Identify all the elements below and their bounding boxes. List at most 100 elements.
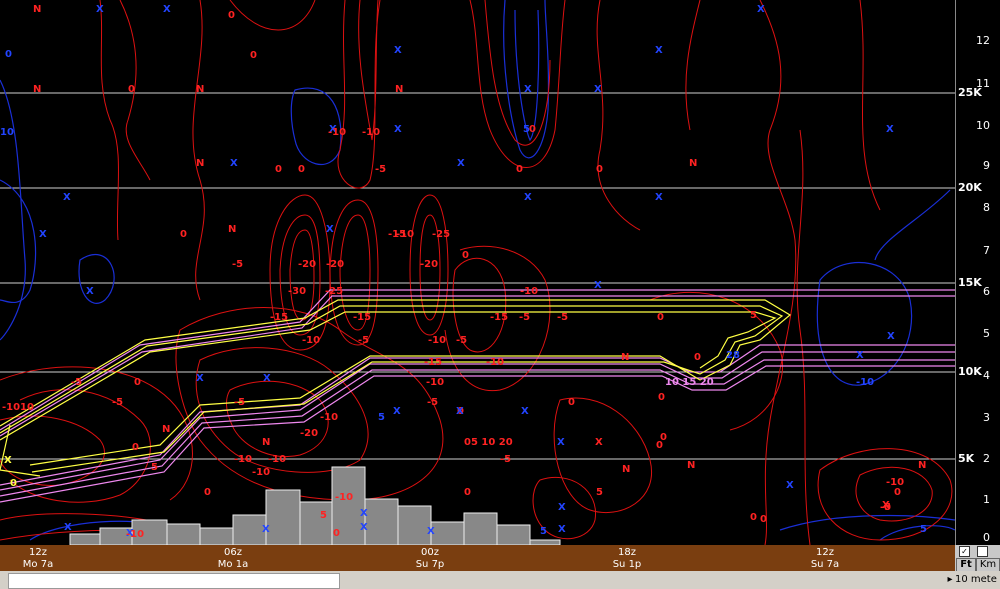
km-tick: 0 — [983, 531, 990, 544]
plot-label: X — [887, 331, 895, 342]
plot-label: X — [163, 4, 171, 15]
plot-label: -5 — [557, 312, 568, 323]
plot-label: -10 — [856, 377, 874, 388]
time-tick: 12z Su 7a — [795, 547, 855, 571]
status-text: 10 mete — [955, 574, 997, 585]
horizontal-scrollbar[interactable] — [8, 573, 340, 589]
plot-label: N — [162, 424, 170, 435]
plot-label: X — [263, 373, 271, 384]
time-tick-utc: 12z — [816, 547, 834, 558]
plot-label: X — [524, 192, 532, 203]
unit-km-button[interactable]: Km — [976, 558, 1000, 572]
km-tick: 7 — [983, 244, 990, 257]
plot-label: 5 — [151, 462, 158, 473]
plot-label: 0 — [516, 164, 523, 175]
plot-label: X — [360, 522, 368, 533]
plot-label: X — [326, 224, 334, 235]
plot-label: N — [689, 158, 697, 169]
plot-label: 0 — [128, 84, 135, 95]
status-bar: ▸ 10 mete — [0, 571, 1000, 589]
plot-label: N — [196, 84, 204, 95]
plot-label: 0 — [568, 397, 575, 408]
plot-label: 0 — [657, 312, 664, 323]
km-tick: 10 — [976, 119, 990, 132]
meteogram-plot[interactable]: N X X 0 X 0 X N X N 0 N X X 0 X X 0 N X … — [0, 0, 955, 545]
plot-label: -5 — [232, 259, 243, 270]
time-tick-local: Mo 1a — [217, 559, 249, 570]
plot-label: X — [393, 406, 401, 417]
plot-label: X — [4, 455, 12, 466]
plot-label: 0 — [760, 514, 767, 525]
plot-label: -10 — [426, 377, 444, 388]
plot-label: X — [856, 350, 864, 361]
km-tick: 9 — [983, 159, 990, 172]
plot-label: X — [594, 280, 602, 291]
plot-label: N — [228, 224, 236, 235]
time-tick: 18z Su 1p — [597, 547, 657, 571]
checkbox-1[interactable]: ✓ — [959, 546, 970, 557]
plot-label: -5 — [456, 335, 467, 346]
plot-label: 10 — [20, 402, 34, 413]
plot-label: -10 — [234, 454, 252, 465]
plot-label: X — [262, 524, 270, 535]
plot-label: -5 — [375, 164, 386, 175]
freezing-lines — [0, 299, 792, 477]
plot-label: 0 — [750, 512, 757, 523]
plot-label: 0 — [884, 502, 891, 513]
plot-label: 0 — [180, 229, 187, 240]
plot-label: -15 — [424, 357, 442, 368]
plot-label: -5 — [234, 397, 245, 408]
plot-label: N — [918, 460, 926, 471]
plot-label: -10 — [486, 357, 504, 368]
plot-label: 0 — [250, 50, 257, 61]
plot-label: N — [262, 437, 270, 448]
plot-label: -10 — [302, 335, 320, 346]
time-tick-local: Su 7a — [810, 559, 840, 570]
plot-label: X — [655, 192, 663, 203]
plot-label: X — [230, 158, 238, 169]
ft-tick: 10K — [958, 365, 982, 378]
plot-labels: N X X 0 X 0 X N X N 0 N X X 0 X X 0 N X … — [0, 4, 927, 540]
plot-label: N — [33, 84, 41, 95]
plot-label: 5 — [540, 526, 547, 537]
plot-label: -10 — [268, 454, 286, 465]
plot-label: N — [33, 4, 41, 15]
plot-label: -10 — [252, 467, 270, 478]
plot-label: -20 — [326, 259, 344, 270]
plot-label: 0 — [596, 164, 603, 175]
plot-label: N — [395, 84, 403, 95]
time-tick-utc: 00z — [421, 547, 439, 558]
plot-label: -5 — [358, 335, 369, 346]
plot-label: -20 — [300, 428, 318, 439]
plot-label: 0 — [462, 250, 469, 261]
ft-tick: 20K — [958, 181, 982, 194]
plot-label: N — [196, 158, 204, 169]
plot-label: -5 — [500, 454, 511, 465]
plot-label: 0 — [10, 478, 17, 489]
plot-label: X — [96, 4, 104, 15]
plot-label: -15 — [270, 312, 288, 323]
time-tick-utc: 18z — [618, 547, 636, 558]
time-tick: 12z Mo 7a — [8, 547, 68, 571]
ft-tick: 25K — [958, 86, 982, 99]
plot-label: X — [886, 124, 894, 135]
contour-canvas: N X X 0 X 0 X N X N 0 N X X 0 X X 0 N X … — [0, 0, 955, 545]
plot-label: -5 — [519, 312, 530, 323]
plot-label: X — [524, 84, 532, 95]
plot-label: 0 — [694, 352, 701, 363]
time-tick-local: Su 1p — [612, 559, 642, 570]
plot-label: 5 — [750, 310, 757, 321]
status-right: ▸ 10 mete — [945, 573, 1000, 587]
plot-label: -10 — [2, 402, 20, 413]
km-tick: 8 — [983, 201, 990, 214]
time-tick: 00z Su 7p — [400, 547, 460, 571]
plot-label: X — [39, 229, 47, 240]
unit-ft-button[interactable]: Ft — [956, 558, 976, 572]
plot-label: X — [86, 286, 94, 297]
ft-tick: 5K — [958, 452, 975, 465]
plot-label: X — [196, 373, 204, 384]
play-arrow-icon[interactable]: ▸ — [945, 573, 955, 587]
plot-label: -25 — [432, 229, 450, 240]
checkbox-2[interactable] — [977, 546, 988, 557]
plot-label: 0 — [134, 377, 141, 388]
